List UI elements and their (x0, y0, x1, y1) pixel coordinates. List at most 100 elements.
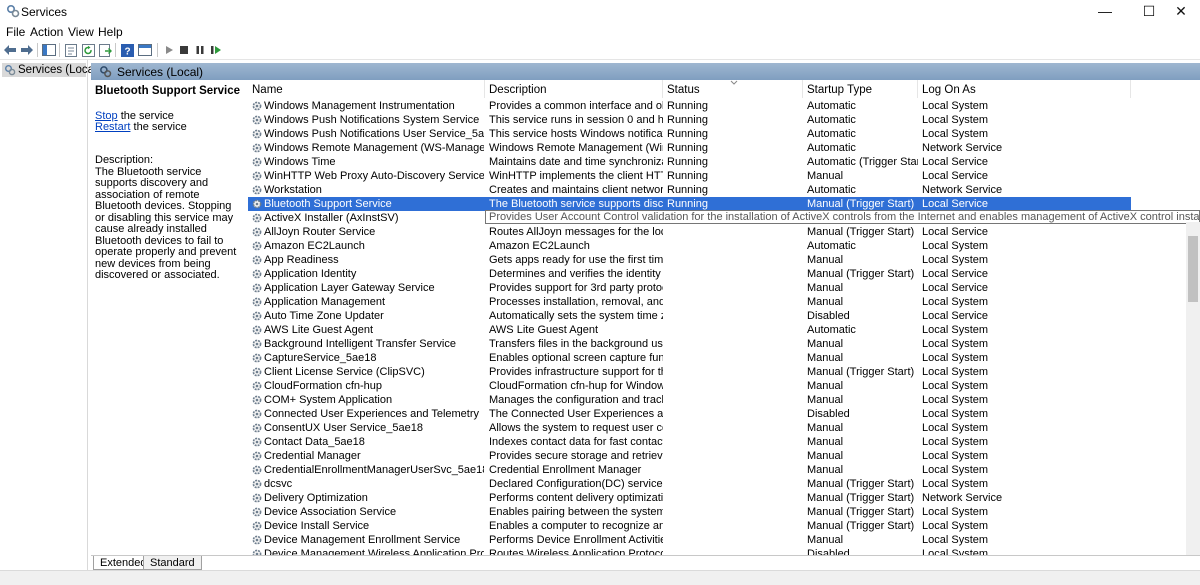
service-gear-icon (252, 409, 262, 419)
help-icon[interactable]: ? (119, 42, 135, 58)
table-row[interactable]: Contact Data_5ae18 Indexes contact data f… (248, 435, 1131, 449)
table-row[interactable]: App Readiness Gets apps ready for use the… (248, 253, 1131, 267)
service-gear-icon (252, 297, 262, 307)
back-icon[interactable] (2, 42, 18, 58)
service-gear-icon (252, 479, 262, 489)
tree-node-services-local[interactable]: Services (Local) (2, 63, 100, 77)
service-gear-icon (252, 213, 262, 223)
cell-description: Allows the system to request user consen… (489, 422, 663, 434)
service-gear-icon (252, 143, 262, 153)
menu-file[interactable]: File (6, 25, 25, 39)
pause-service-icon[interactable] (192, 42, 208, 58)
scrollbar-thumb[interactable] (1188, 236, 1198, 302)
close-button[interactable]: ✕ (1162, 0, 1200, 22)
cell-name: Windows Push Notifications System Servic… (264, 114, 480, 126)
table-row[interactable]: Delivery Optimization Performs content de… (248, 491, 1131, 505)
cell-name: Windows Remote Management (WS-Management… (264, 142, 484, 154)
table-row[interactable]: Device Management Enrollment Service Perf… (248, 533, 1131, 547)
tree-node-label: Services (Local) (18, 64, 101, 76)
cell-description: Declared Configuration(DC) service (489, 478, 663, 490)
table-row[interactable]: Application Management Processes installa… (248, 295, 1131, 309)
column-header-name[interactable]: Name (248, 80, 485, 98)
table-row[interactable]: Workstation Creates and maintains client … (248, 183, 1131, 197)
cell-startup-type: Manual (807, 394, 844, 406)
cell-log-on-as: Local System (922, 324, 989, 336)
table-row[interactable]: COM+ System Application Manages the confi… (248, 393, 1131, 407)
cell-status: Running (667, 198, 708, 210)
table-row[interactable]: dcsvc Declared Configuration(DC) service M… (248, 477, 1131, 491)
cell-description: Performs content delivery optimization t… (489, 492, 663, 504)
table-row[interactable]: Amazon EC2Launch Amazon EC2Launch Automati… (248, 239, 1131, 253)
cell-name: AllJoyn Router Service (264, 226, 376, 238)
console-tree: Services (Local) (0, 60, 100, 570)
table-row[interactable]: Device Install Service Enables a computer… (248, 519, 1131, 533)
restart-service-icon[interactable] (208, 42, 224, 58)
table-row[interactable]: Windows Push Notifications User Service_… (248, 127, 1131, 141)
minimize-button[interactable]: — (1086, 0, 1124, 22)
cell-name: WinHTTP Web Proxy Auto-Discovery Service (264, 170, 484, 182)
service-gear-icon (252, 465, 262, 475)
export-list-icon[interactable] (97, 42, 113, 58)
cell-description: Routes Wireless Application Protocol (WA… (489, 548, 663, 555)
table-row[interactable]: Device Management Wireless Application P… (248, 547, 1131, 555)
tab-standard[interactable]: Standard (143, 556, 202, 570)
cell-startup-type: Manual (807, 338, 844, 350)
show-hide-console-tree-icon[interactable] (41, 42, 57, 58)
table-row[interactable]: Credential Manager Provides secure storag… (248, 449, 1131, 463)
cell-startup-type: Automatic (Trigger Start) (807, 156, 918, 168)
table-row[interactable]: Windows Remote Management (WS-Management… (248, 141, 1131, 155)
cell-description: Provides a common interface and object .… (489, 100, 663, 112)
table-row[interactable]: AllJoyn Router Service Routes AllJoyn mes… (248, 225, 1131, 239)
table-row[interactable]: Connected User Experiences and Telemetry… (248, 407, 1131, 421)
refresh-icon[interactable] (80, 42, 96, 58)
table-row[interactable]: Client License Service (ClipSVC) Provides… (248, 365, 1131, 379)
cell-startup-type: Manual (807, 352, 844, 364)
column-header-log-on-as[interactable]: Log On As (918, 80, 1131, 98)
menu-view[interactable]: View (68, 25, 94, 39)
table-row[interactable]: Windows Time Maintains date and time sync… (248, 155, 1131, 169)
forward-icon[interactable] (19, 42, 35, 58)
table-row[interactable]: Background Intelligent Transfer Service T… (248, 337, 1131, 351)
cell-description: Windows Remote Management (WinRM) ... (489, 142, 663, 154)
table-row[interactable]: WinHTTP Web Proxy Auto-Discovery Service… (248, 169, 1131, 183)
cell-description: Routes AllJoyn messages for the local Al… (489, 226, 663, 238)
table-row[interactable]: ConsentUX User Service_5ae18 Allows the s… (248, 421, 1131, 435)
cell-startup-type: Manual (807, 170, 844, 182)
cell-description: Creates and maintains client network con… (489, 184, 663, 196)
cell-startup-type: Automatic (807, 240, 856, 252)
restart-service-link[interactable]: Restart (95, 121, 130, 133)
column-header-description[interactable]: Description (485, 80, 663, 98)
cell-startup-type: Manual (Trigger Start) (807, 492, 915, 504)
cell-description: Maintains date and time synchronization … (489, 156, 663, 168)
table-row[interactable]: CredentialEnrollmentManagerUserSvc_5ae18… (248, 463, 1131, 477)
cell-startup-type: Manual (Trigger Start) (807, 366, 915, 378)
table-row[interactable]: Auto Time Zone Updater Automatically sets… (248, 309, 1131, 323)
table-row[interactable]: Device Association Service Enables pairin… (248, 505, 1131, 519)
menu-help[interactable]: Help (98, 25, 123, 39)
table-row[interactable]: Application Identity Determines and verif… (248, 267, 1131, 281)
table-row[interactable]: Windows Push Notifications System Servic… (248, 113, 1131, 127)
show-hide-action-pane-icon[interactable] (137, 42, 153, 58)
service-gear-icon (252, 199, 262, 209)
table-row[interactable]: AWS Lite Guest Agent AWS Lite Guest Agent… (248, 323, 1131, 337)
properties-icon[interactable] (63, 42, 79, 58)
cell-log-on-as: Local System (922, 114, 989, 126)
table-row[interactable]: Bluetooth Support Service The Bluetooth s… (248, 197, 1131, 211)
table-row[interactable]: CloudFormation cfn-hup CloudFormation cfn… (248, 379, 1131, 393)
vertical-scrollbar[interactable] (1186, 222, 1200, 555)
cell-name: CaptureService_5ae18 (264, 352, 377, 364)
cell-log-on-as: Local Service (922, 156, 989, 168)
menu-action[interactable]: Action (30, 25, 63, 39)
restart-line: Restart the service (95, 121, 187, 133)
column-header-startup-type[interactable]: Startup Type (803, 80, 918, 98)
cell-description: The Bluetooth service supports discovery… (489, 198, 663, 210)
start-service-icon[interactable] (161, 42, 177, 58)
table-row[interactable]: CaptureService_5ae18 Enables optional scr… (248, 351, 1131, 365)
table-row[interactable]: Windows Management Instrumentation Provid… (248, 99, 1131, 113)
cell-name: Device Management Enrollment Service (264, 534, 461, 546)
cell-description: The Connected User Experiences and Tele.… (489, 408, 663, 420)
cell-description: Provides secure storage and retrieval of… (489, 450, 663, 462)
stop-service-icon[interactable] (176, 42, 192, 58)
table-row[interactable]: Application Layer Gateway Service Provide… (248, 281, 1131, 295)
cell-description: This service runs in session 0 and hosts… (489, 114, 663, 126)
